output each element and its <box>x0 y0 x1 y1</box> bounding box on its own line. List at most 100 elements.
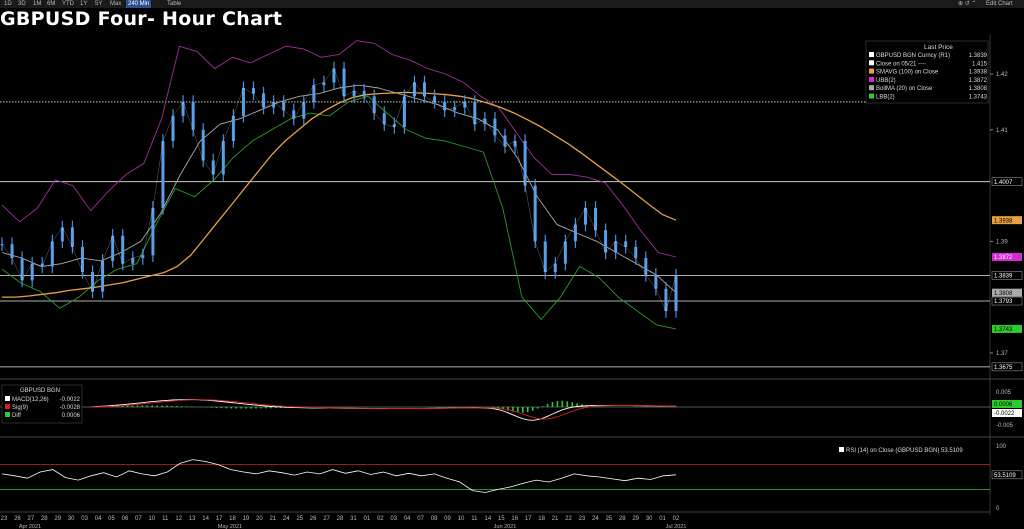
macd-legend-value: 0.0006 <box>62 413 81 419</box>
x-tick-label: 26 <box>14 516 21 522</box>
price-body <box>332 68 336 83</box>
x-tick-label: 24 <box>592 516 599 522</box>
rsi-legend: RSI (14) on Close (GBPUSD BGN) 53.5109 <box>846 448 963 454</box>
x-tick-label: 15 <box>498 516 505 522</box>
price-body <box>503 135 507 147</box>
x-tick-label: 20 <box>256 516 263 522</box>
x-tick-label: 08 <box>431 516 438 522</box>
x-tick-label: 10 <box>458 516 465 522</box>
x-tick-label: 28 <box>337 516 344 522</box>
y-tick-label: 1.39 <box>996 239 1008 245</box>
macd-signal-line <box>87 399 677 420</box>
legend-header: Last Price <box>924 44 953 51</box>
price-body <box>342 68 346 97</box>
x-month-label: Jul 2021 <box>666 524 687 529</box>
x-tick-label: 21 <box>269 516 276 522</box>
x-tick-label: 12 <box>175 516 182 522</box>
price-body <box>181 101 185 116</box>
x-tick-label: 14 <box>484 516 491 522</box>
price-body <box>654 274 658 289</box>
price-body <box>161 140 165 208</box>
legend-swatch <box>869 85 874 91</box>
macd-tag-label: -0.0022 <box>994 411 1015 417</box>
x-tick-label: 30 <box>68 516 75 522</box>
price-body <box>131 258 135 264</box>
x-tick-label: 28 <box>619 516 626 522</box>
price-body <box>121 235 125 264</box>
legend-value: 1.3872 <box>969 78 988 84</box>
price-tag-label: 1.4007 <box>994 180 1013 186</box>
x-tick-label: 05 <box>108 516 115 522</box>
price-body <box>624 241 628 247</box>
x-tick-label: 26 <box>310 516 317 522</box>
price-body <box>251 87 255 94</box>
x-tick-label: 31 <box>350 516 357 522</box>
price-body <box>533 185 537 242</box>
chart-canvas[interactable]: 1.42 1.41 1.39 1.37 1.4007 1.3938 1.3872 1.3839… <box>0 0 1024 529</box>
x-tick-label: 16 <box>511 516 518 522</box>
price-body <box>101 260 105 292</box>
x-tick-label: 03 <box>390 516 397 522</box>
price-body <box>443 101 447 111</box>
legend-label: UBB(2) <box>876 78 896 84</box>
x-tick-label: 13 <box>189 516 196 522</box>
price-body <box>412 82 416 97</box>
macd-line <box>87 399 677 421</box>
x-tick-label: 04 <box>95 516 102 522</box>
x-tick-label: 29 <box>54 516 61 522</box>
rsi-ytick: 100 <box>996 444 1007 450</box>
macd-tag-label: 0.0006 <box>994 402 1013 408</box>
x-tick-label: 01 <box>364 516 371 522</box>
x-tick-label: 23 <box>579 516 586 522</box>
legend-label: Close on 05/21 ---- <box>876 61 926 67</box>
legend-swatch <box>869 52 874 57</box>
legend-swatch <box>869 60 874 66</box>
price-body <box>80 246 84 273</box>
x-tick-label: 03 <box>81 516 88 522</box>
price-tag-label: 1.3808 <box>994 291 1013 297</box>
legend-label: LBB(2) <box>876 95 895 101</box>
x-month-label: Jun 2021 <box>494 524 517 529</box>
price-tag-label: 1.3839 <box>994 274 1013 280</box>
price-body <box>382 113 386 125</box>
price-body <box>50 241 54 267</box>
x-tick-label: 19 <box>243 516 250 522</box>
legend-swatch <box>869 93 874 99</box>
x-tick-label: 27 <box>323 516 330 522</box>
macd-legend-title: GBPUSD BGN <box>20 388 60 394</box>
price-body <box>402 96 406 128</box>
x-tick-label: 11 <box>471 516 478 522</box>
price-body <box>171 115 175 141</box>
price-body <box>614 241 618 253</box>
price-body <box>302 101 306 119</box>
price-body <box>10 244 14 259</box>
price-body <box>523 140 527 186</box>
x-tick-label: 10 <box>148 516 155 522</box>
x-tick-label: 07 <box>417 516 424 522</box>
price-tag-label: 1.3675 <box>994 365 1013 371</box>
x-tick-label: 25 <box>605 516 612 522</box>
macd-legend-value: -0.0028 <box>60 405 81 411</box>
price-body <box>211 160 215 175</box>
x-tick-label: 07 <box>135 516 142 522</box>
price-tag-label: 1.3793 <box>994 299 1013 305</box>
x-tick-label: 29 <box>632 516 639 522</box>
macd-legend-swatch <box>5 404 10 409</box>
price-body <box>362 90 366 97</box>
macd-ytick: 0.005 <box>996 390 1012 396</box>
x-month-label: May 2021 <box>218 524 242 529</box>
x-tick-label: 02 <box>673 516 680 522</box>
price-body <box>372 96 376 114</box>
x-tick-label: 06 <box>122 516 129 522</box>
x-tick-label: 18 <box>538 516 545 522</box>
x-tick-label: 02 <box>377 516 384 522</box>
x-tick-label: 22 <box>565 516 572 522</box>
x-tick-label: 25 <box>296 516 303 522</box>
y-tick-label: 1.37 <box>996 351 1008 357</box>
price-body <box>674 275 678 312</box>
price-body <box>292 110 296 119</box>
price-body <box>231 115 235 141</box>
macd-ytick: -0.005 <box>996 423 1014 429</box>
x-tick-label: 11 <box>162 516 169 522</box>
legend-label: SMAVG (100) on Close <box>876 70 939 76</box>
